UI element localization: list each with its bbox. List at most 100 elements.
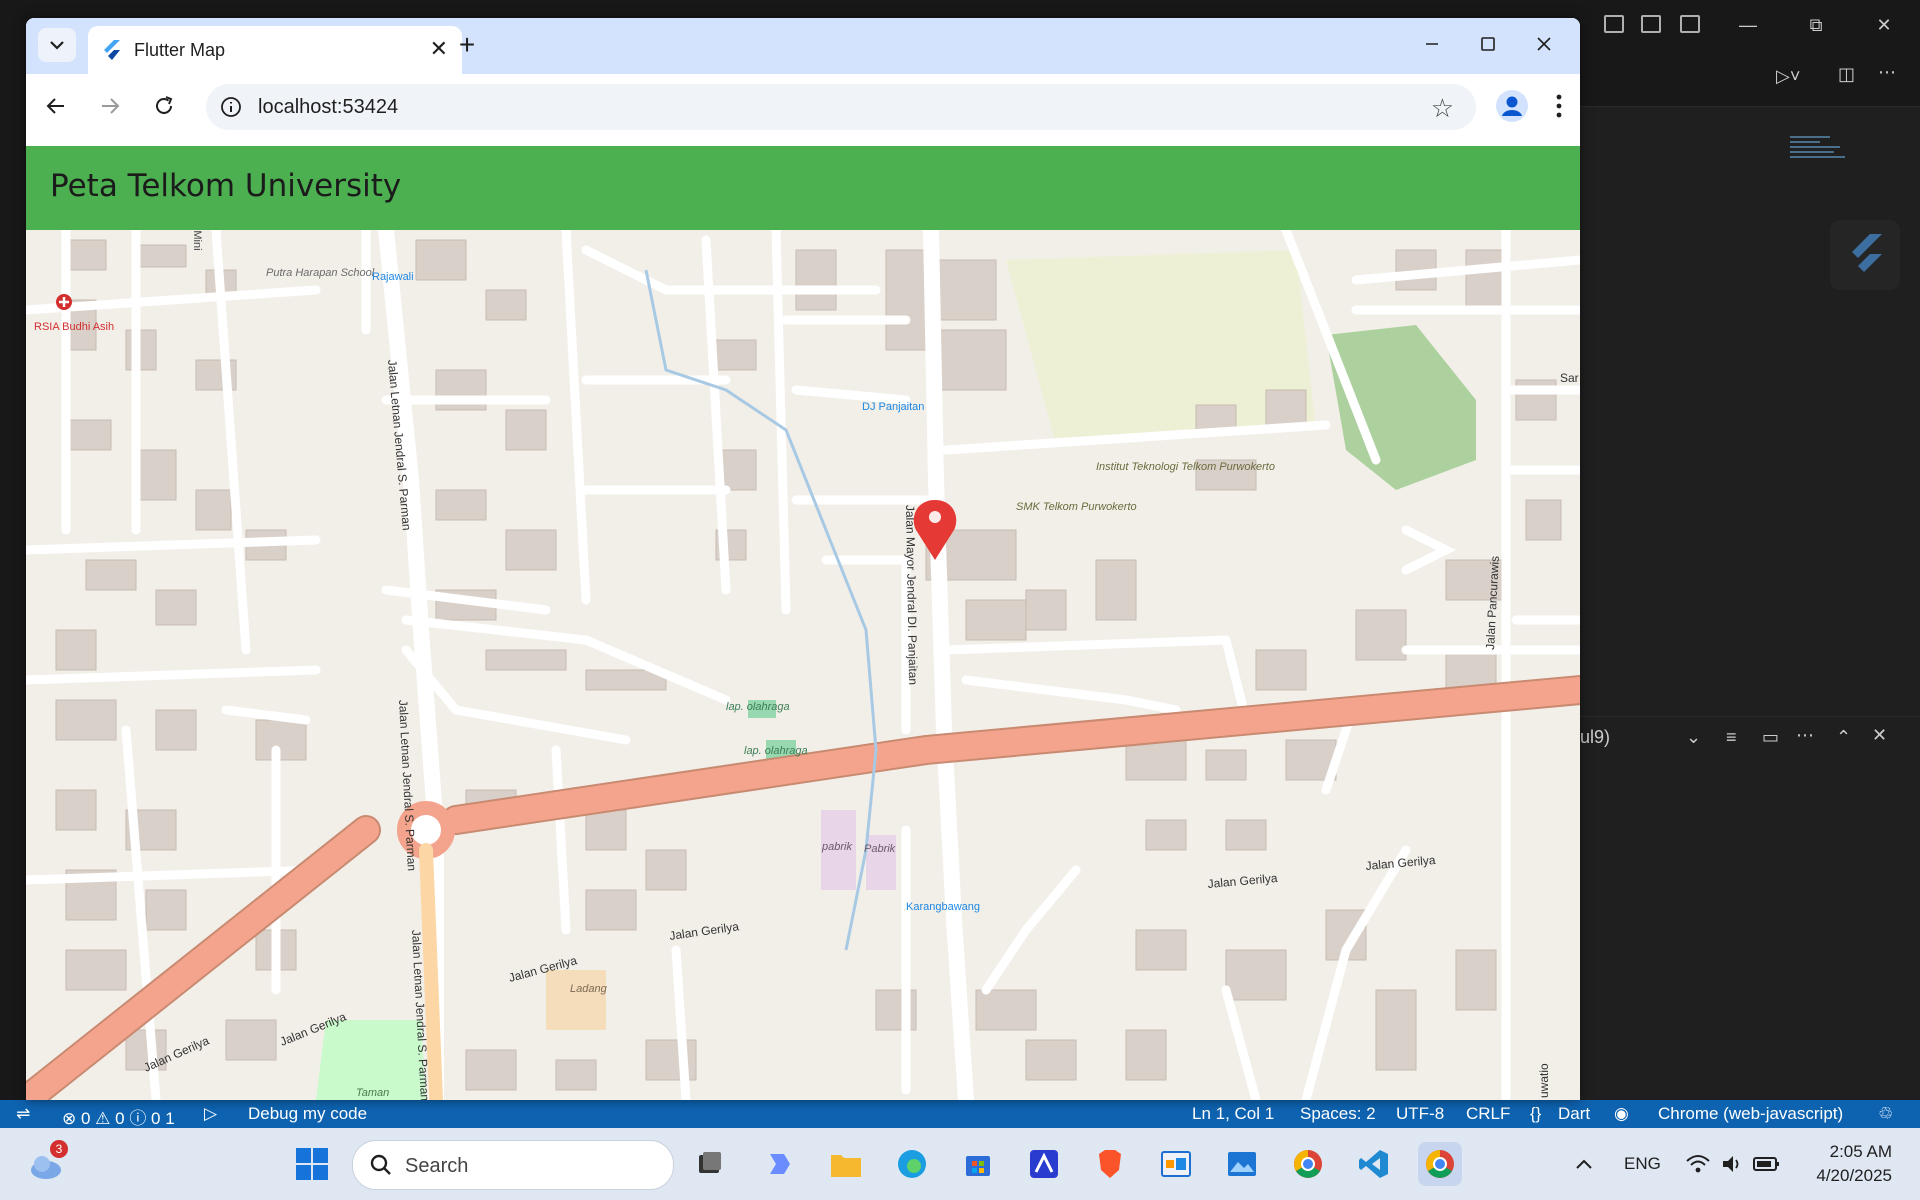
chevron-down-icon[interactable]: ⌄ <box>1686 727 1701 748</box>
editor-minimap[interactable] <box>1790 136 1845 176</box>
file-explorer-app[interactable] <box>824 1142 868 1186</box>
cursor-position[interactable]: Ln 1, Col 1 <box>1192 1104 1274 1124</box>
braces-icon[interactable]: {} <box>1530 1104 1541 1124</box>
edge-icon <box>898 1150 926 1178</box>
vscode-restore-button[interactable]: ⧉ <box>1786 0 1846 50</box>
visual-studio-icon <box>1030 1150 1058 1178</box>
app-bar: Peta Telkom University <box>26 146 1580 230</box>
flutter-icon <box>104 40 120 60</box>
toggle-panel-icon[interactable] <box>1641 15 1661 33</box>
map-label-institut: Institut Teknologi Telkom Purwokerto <box>1096 461 1275 473</box>
edge-app[interactable] <box>890 1142 934 1186</box>
encoding-status[interactable]: UTF-8 <box>1396 1104 1444 1124</box>
brave-app[interactable] <box>1088 1142 1132 1186</box>
task-view-button[interactable] <box>688 1142 732 1186</box>
page-title: Peta Telkom University <box>50 168 402 204</box>
store-app[interactable] <box>956 1142 1000 1186</box>
map-label-pabrik-1: pabrik <box>821 841 852 853</box>
dashboard-app[interactable] <box>1154 1142 1198 1186</box>
chrome-window: Flutter Map ✕ + localhost:53424 ☆ Peta T… <box>26 18 1580 1100</box>
map-label-sar: Sar <box>1560 371 1579 385</box>
debug-session-dropdown[interactable]: ul9) <box>1580 727 1610 748</box>
reload-icon <box>156 96 173 114</box>
lock-icon[interactable]: ▭ <box>1762 727 1779 748</box>
map-label-smk: SMK Telkom Purwokerto <box>1016 501 1137 513</box>
search-icon <box>370 1154 391 1175</box>
map-label-sparman-2: Jalan Letnan Jendral S. Parman <box>396 699 419 871</box>
input-language[interactable]: ENG <box>1624 1154 1661 1174</box>
map-label-gerilya-5: Jalan Gerilya <box>1207 871 1278 891</box>
close-icon <box>1537 37 1551 51</box>
url-text[interactable]: localhost:53424 <box>258 96 398 119</box>
notifications-bell-icon[interactable]: ♲ <box>1878 1104 1893 1124</box>
problems-indicator[interactable]: ⊗ 0 ⚠ 0 ⓘ 0 1 <box>62 1104 175 1129</box>
line-ending-status[interactable]: CRLF <box>1466 1104 1510 1124</box>
tab-close-icon[interactable]: ✕ <box>430 36 448 62</box>
toggle-primary-sidebar-icon[interactable] <box>1604 15 1624 33</box>
chrome-profile-app[interactable] <box>1286 1142 1330 1186</box>
debug-icon[interactable]: ▷ <box>204 1104 217 1124</box>
show-hidden-icons-button[interactable] <box>1562 1142 1606 1186</box>
vscode-close-button[interactable]: ✕ <box>1854 0 1914 50</box>
windows-taskbar: 3 Search ENG 2:05 AM 4/20/2025 <box>0 1128 1920 1200</box>
photos-app[interactable] <box>1220 1142 1264 1186</box>
forward-button[interactable] <box>92 88 128 124</box>
vscode-minimize-button[interactable]: — <box>1718 0 1778 50</box>
flutter-extension-icon <box>1830 220 1900 290</box>
indentation-status[interactable]: Spaces: 2 <box>1300 1104 1376 1124</box>
farmland-area <box>546 970 606 1030</box>
toggle-secondary-sidebar-icon[interactable] <box>1680 15 1700 33</box>
copilot-icon[interactable]: ◉ <box>1614 1104 1629 1124</box>
volume-icon <box>1723 1156 1739 1172</box>
visual-studio-app[interactable] <box>1022 1142 1066 1186</box>
site-info-icon[interactable] <box>220 96 242 118</box>
chrome-icon <box>1294 1150 1322 1178</box>
copilot-icon <box>770 1154 790 1174</box>
maximize-button[interactable] <box>1466 24 1510 64</box>
maximize-icon <box>1481 37 1495 51</box>
reload-button[interactable] <box>146 88 182 124</box>
back-button[interactable] <box>38 88 74 124</box>
photos-icon <box>1228 1152 1256 1176</box>
close-button[interactable] <box>1522 24 1566 64</box>
new-tab-button[interactable]: + <box>450 28 484 62</box>
minimize-button[interactable] <box>1410 24 1454 64</box>
weather-widget[interactable]: 3 <box>24 1140 68 1186</box>
map-view[interactable]: RSIA Budhi Asih Putra Harapan School Sta… <box>26 230 1580 1100</box>
address-bar[interactable]: localhost:53424 ☆ <box>206 84 1476 130</box>
taskbar-search[interactable]: Search <box>352 1140 674 1190</box>
run-debug-icon[interactable]: ▷˅ <box>1776 66 1800 87</box>
browser-tab[interactable]: Flutter Map ✕ <box>88 26 462 74</box>
more-actions-icon[interactable]: ⋯ <box>1878 62 1896 83</box>
dashboard-icon <box>1161 1151 1191 1177</box>
split-editor-icon[interactable]: ◫ <box>1838 64 1855 85</box>
more-actions-icon[interactable]: ⋯ <box>1796 725 1814 746</box>
tab-search-button[interactable] <box>38 28 76 62</box>
hospital-icon <box>56 294 72 310</box>
map-label-ladang: Ladang <box>570 983 608 995</box>
tab-title: Flutter Map <box>134 40 226 60</box>
notification-badge: 3 <box>50 1140 68 1158</box>
remote-icon[interactable]: ⇌ <box>16 1104 30 1124</box>
task-view-icon <box>699 1152 721 1173</box>
start-button[interactable] <box>290 1142 334 1186</box>
clock-time[interactable]: 2:05 AM <box>1806 1142 1892 1162</box>
battery-status[interactable] <box>1744 1142 1788 1186</box>
target-device[interactable]: Chrome (web-javascript) <box>1658 1104 1843 1124</box>
close-panel-icon[interactable]: ✕ <box>1872 725 1887 746</box>
map-label-lap-1: lap. olahraga <box>726 701 790 713</box>
wifi-icon <box>1686 1155 1710 1173</box>
chrome-menu-icon[interactable] <box>1544 88 1574 124</box>
chrome-app-active[interactable] <box>1418 1142 1462 1186</box>
vscode-app[interactable] <box>1352 1142 1396 1186</box>
language-mode[interactable]: Dart <box>1558 1104 1590 1124</box>
debug-label[interactable]: Debug my code <box>248 1104 367 1124</box>
clear-output-icon[interactable]: ≡ <box>1726 727 1737 748</box>
copilot-app[interactable] <box>758 1142 802 1186</box>
clock-date[interactable]: 4/20/2025 <box>1792 1166 1892 1186</box>
maximize-panel-icon[interactable]: ⌃ <box>1836 727 1851 748</box>
map-label-karangbawang: Karangbawang <box>906 901 980 913</box>
bookmark-star-icon[interactable]: ☆ <box>1431 93 1454 124</box>
map-label-lap-2: lap. olahraga <box>744 745 808 757</box>
profile-avatar-icon[interactable] <box>1494 88 1530 124</box>
